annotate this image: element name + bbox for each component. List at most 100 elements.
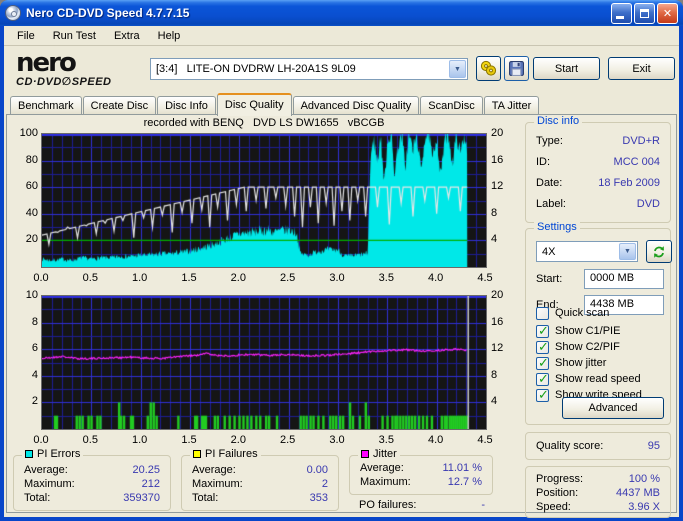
jitter-max-value: 12.7 % [447,476,482,488]
disc-date-label: Date: [536,177,563,189]
jitter-legend-icon [361,450,369,458]
discs-icon [480,60,497,76]
pi-failures-stats-group: PI Failures Average: 0.00 Maximum: 2 Total… [181,448,339,511]
axis-tick-label: 16 [491,315,504,328]
disc-info-caption: Disc info [534,115,583,127]
pi-errors-total-label: Total: [24,492,51,504]
pi-failures-jitter-chart-canvas [42,296,486,429]
exit-button-label: Exit [632,62,651,75]
tab[interactable]: Benchmark [10,96,82,115]
maximize-icon [640,8,649,18]
window-title: Nero CD-DVD Speed 4.7.7.15 [26,6,190,20]
pi-failures-avg-label: Average: [192,464,236,476]
checkbox-checked-icon[interactable] [536,339,549,355]
menu-item[interactable]: File [8,27,44,45]
disc-info-button[interactable] [476,56,501,81]
disc-label-value: DVD [636,198,660,210]
maximize-button[interactable] [634,2,655,24]
po-failures-row: PO failures: - [359,499,485,511]
axis-tick-label: 8 [31,315,38,328]
progress-box: Progress: 100 % Position: 4437 MB Speed: 3.… [525,466,671,518]
pi-errors-total-value: 359370 [123,492,160,504]
pi-errors-max-label: Maximum: [24,478,75,490]
checkbox-checked-icon[interactable] [536,387,549,403]
disc-info-group: Disc info Type: DVD+R ID: MCC 004 Date: 18 … [525,115,671,223]
settings-checkbox[interactable]: Show jitter [536,355,606,371]
settings-group: Settings 4X ▼ Start: 0000 MB End: 4438 M… [525,221,672,425]
tab[interactable]: Advanced Disc Quality [292,96,420,115]
settings-checkbox[interactable]: Quick scan [536,306,609,320]
menu-item[interactable]: Extra [105,27,149,45]
scan-speed-select[interactable]: 4X ▼ [536,241,638,262]
title-bar[interactable]: Nero CD-DVD Speed 4.7.7.15 ✕ [0,0,683,26]
jitter-stats-group: Jitter Average: 11.01 % Maximum: 12.7 % [349,448,493,495]
jitter-caption: Jitter [373,448,397,460]
axis-tick-label: 2.5 [280,434,296,446]
disc-type-label: Type: [536,135,563,147]
pi-failures-jitter-chart [41,295,487,430]
logo-subtext: CD·DVD∅SPEED [16,76,112,88]
axis-tick-label: 3.5 [378,272,394,284]
minimize-button[interactable] [611,2,632,24]
save-button[interactable] [504,56,529,81]
tab[interactable]: TA Jitter [483,96,540,115]
drive-select[interactable]: [3:4] LITE-ON DVDRW LH-20A1S 9L09 ▼ [150,58,468,80]
tab[interactable]: ScanDisc [420,96,483,115]
checkbox-checked-icon[interactable] [536,355,549,371]
jitter-avg-value: 11.01 % [442,462,482,474]
pi-failures-caption: PI Failures [205,448,258,460]
tab[interactable]: Disc Quality [216,93,292,116]
progress-label: Progress: [536,473,584,485]
window-body: File Run Test Extra Help nero CD·DVD∅SPEED … [4,26,679,518]
axis-tick-label: 0.0 [33,434,49,446]
pi-errors-stats-group: PI Errors Average: 20.25 Maximum: 212 Tota… [13,448,171,511]
start-button[interactable]: Start [533,57,600,80]
settings-checkbox[interactable]: Show C1/PIE [536,323,620,339]
app-disc-icon [5,5,21,21]
app-window: Nero CD-DVD Speed 4.7.7.15 ✕ File Run Tes… [0,0,683,521]
pi-failures-max-label: Maximum: [192,478,243,490]
close-button[interactable]: ✕ [657,2,678,24]
axis-tick-label: 10 [25,289,38,301]
speed-value: 3.96 X [628,501,660,513]
menu-item[interactable]: Run Test [44,27,105,45]
axis-tick-label: 4.5 [477,272,493,284]
checkbox-checked-icon[interactable] [536,323,549,339]
tab[interactable]: Disc Info [157,96,216,115]
refresh-button[interactable] [646,240,672,263]
disc-date-value: 18 Feb 2009 [598,177,660,189]
start-position-field[interactable]: 0000 MB [584,269,664,289]
advanced-button[interactable]: Advanced [562,397,664,419]
pi-failures-avg-value: 0.00 [306,464,328,476]
axis-tick-label: 4 [491,395,498,408]
settings-checkbox[interactable]: Show C2/PIF [536,339,620,355]
advanced-button-label: Advanced [588,402,638,414]
disc-id-value: MCC 004 [613,156,660,168]
menu-item[interactable]: Help [149,27,190,45]
menu-bar: File Run Test Extra Help [4,26,679,46]
axis-tick-label: 1.0 [132,434,148,446]
nero-logo: nero CD·DVD∅SPEED [16,50,112,88]
checkbox-checked-icon[interactable] [536,371,549,387]
pi-failures-total-label: Total: [192,492,219,504]
axis-tick-label: 1.5 [181,272,197,284]
axis-tick-label: 80 [25,153,38,166]
exit-button[interactable]: Exit [608,57,675,80]
axis-tick-label: 3.0 [329,434,345,446]
axis-tick-label: 6 [31,342,38,355]
axis-tick-label: 4 [31,368,38,381]
axis-tick-label: 1.0 [132,272,148,284]
settings-caption: Settings [534,221,580,233]
checkbox-unchecked-icon[interactable] [536,306,549,320]
chevron-down-icon[interactable]: ▼ [449,60,466,78]
jitter-avg-label: Average: [360,462,404,474]
speed-label: Speed: [536,501,571,513]
settings-checkbox[interactable]: Show read speed [536,371,641,387]
logo-text: nero [16,48,77,78]
settings-checkbox-label: Show C2/PIF [555,341,620,353]
tab[interactable]: Create Disc [82,96,157,115]
scan-speed-value: 4X [542,245,556,258]
refresh-icon [654,245,664,258]
start-button-label: Start [554,62,579,75]
chevron-down-icon[interactable]: ▼ [619,243,636,260]
